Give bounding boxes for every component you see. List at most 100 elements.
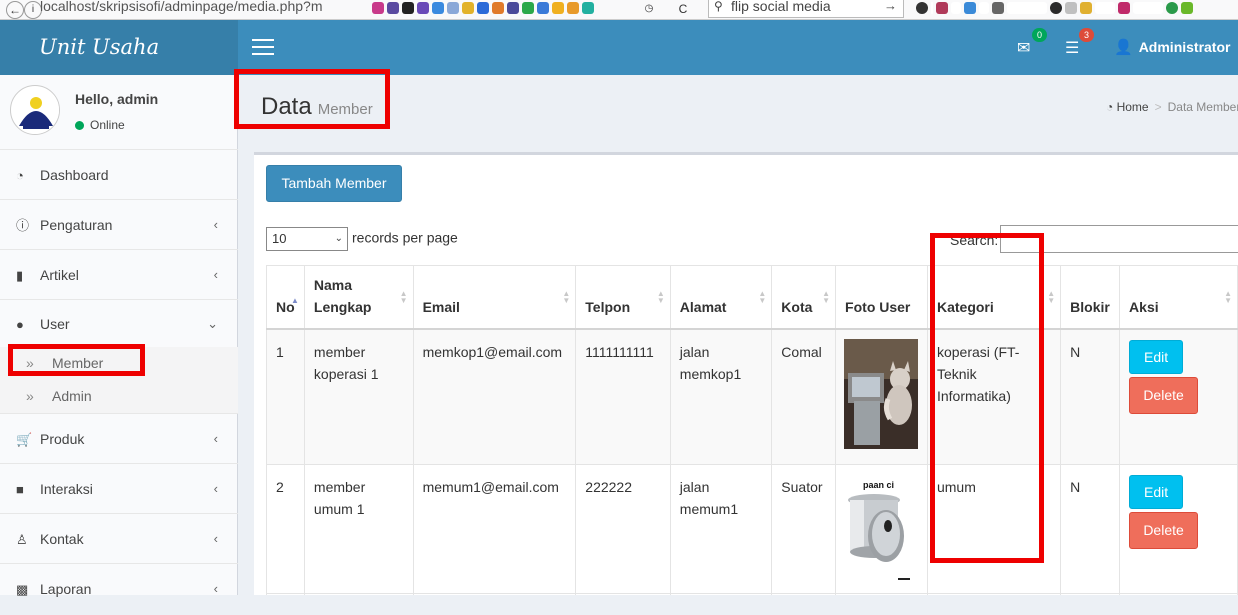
browser-search-box[interactable]: ⚲ flip social media → — [708, 0, 904, 18]
column-header-label: Alamat — [679, 298, 727, 315]
sidebar-toggle-icon[interactable] — [252, 39, 274, 56]
whatsapp-icon[interactable] — [1050, 2, 1062, 14]
column-header-email[interactable]: Email ▲ ▼ — [412, 265, 577, 330]
sort-icon: ▲ ▼ — [1224, 288, 1232, 305]
column-header-no[interactable]: No ▲ — [266, 265, 305, 330]
extension-icon[interactable] — [402, 2, 414, 14]
delete-button[interactable]: Delete — [1129, 376, 1199, 414]
extension-icon[interactable] — [432, 2, 444, 14]
chevron-down-icon: ⌄ — [207, 316, 218, 331]
sort-icon: ▲ ▼ — [656, 288, 665, 305]
user-icon: 👤 — [1114, 39, 1133, 56]
extension-icon[interactable] — [537, 2, 549, 14]
column-header-label: Email — [422, 298, 460, 315]
sidebar-item-produk[interactable]: 🛒 Produk ‹ — [0, 413, 238, 463]
add-member-button[interactable]: Tambah Member — [266, 165, 402, 202]
column-header-alamat[interactable]: Alamat ▲ ▼ — [669, 265, 773, 330]
extension-icon[interactable] — [492, 2, 504, 14]
back-arrow-icon[interactable]: ← — [6, 1, 24, 19]
user-menu[interactable]: 👤 Administrator — [1114, 38, 1230, 56]
double-angle-icon: » — [26, 388, 34, 404]
magnifier-icon: ⚲ — [714, 0, 723, 13]
sidebar-item-admin[interactable]: » Admin — [0, 380, 238, 413]
info-icon: ⓘ — [16, 218, 30, 233]
dashboard-icon: ◔ — [1106, 100, 1114, 114]
extension-icon[interactable] — [507, 2, 519, 14]
sidebar-item-pengaturan[interactable]: ⓘ Pengaturan ‹ — [0, 199, 238, 249]
person-icon: ♙ — [16, 532, 28, 547]
extension-icon[interactable] — [582, 2, 594, 14]
chevron-left-icon: ‹ — [213, 531, 218, 546]
column-header-kota[interactable]: Kota ▲ ▼ — [771, 265, 837, 330]
extension-icon[interactable] — [417, 2, 429, 14]
extension-icon[interactable] — [387, 2, 399, 14]
extension-icon[interactable] — [567, 2, 579, 14]
extension-icon[interactable] — [447, 2, 459, 14]
reload-icon[interactable]: C — [674, 1, 692, 19]
online-dot-icon — [75, 121, 84, 130]
extension-icon[interactable] — [992, 2, 1004, 14]
extension-icon[interactable] — [552, 2, 564, 14]
edit-button[interactable]: Edit — [1129, 474, 1184, 509]
page-length-select[interactable]: 10 ⌄ — [266, 227, 348, 251]
column-header-label: Aksi — [1129, 298, 1159, 315]
extension-icon[interactable] — [462, 2, 474, 14]
brand-logo[interactable]: Unit Usaha Kopma — [0, 20, 238, 114]
browser-search-text: flip social media — [731, 0, 831, 14]
bar-chart-icon: ▩ — [16, 582, 29, 597]
comments-icon: ■ — [16, 482, 24, 497]
chevron-down-icon: ⌄ — [334, 233, 343, 244]
toolbar-icons — [916, 2, 1238, 16]
envelope-icon[interactable]: ✉ — [1017, 38, 1030, 58]
sidebar-item-laporan[interactable]: ▩ Laporan ‹ — [0, 563, 238, 613]
column-header-aksi[interactable]: Aksi ▲ ▼ — [1119, 265, 1238, 330]
sidebar-menu: ◔ Dashboard ⓘ Pengaturan ‹ ▮ Artikel ‹ ● Use… — [0, 149, 238, 613]
extension-icon[interactable] — [372, 2, 384, 14]
column-header-blokir[interactable]: Blokir — [1060, 265, 1121, 330]
column-header-nama[interactable]: Nama Lengkap ▲ ▼ — [303, 265, 414, 330]
extension-icon[interactable] — [1166, 2, 1178, 14]
sidebar-item-label: Pengaturan — [40, 217, 113, 233]
messages-badge: 0 — [1032, 28, 1047, 42]
extension-icon[interactable] — [964, 2, 976, 14]
edit-button[interactable]: Edit — [1129, 339, 1184, 374]
column-header-label: Foto User — [845, 298, 911, 315]
breadcrumb-home[interactable]: Home — [1117, 100, 1149, 114]
sidebar-item-label: Kontak — [40, 531, 84, 547]
sidebar-item-dashboard[interactable]: ◔ Dashboard — [0, 149, 238, 199]
sidebar-item-label: Produk — [40, 431, 85, 447]
cell-foto: paan ci — [835, 463, 928, 594]
table-header-row: No ▲ Nama Lengkap ▲ ▼ Email ▲ ▼ Telpon ▲ ▼ Alam… — [266, 265, 1238, 330]
delete-button[interactable]: Delete — [1129, 511, 1199, 549]
sort-asc-icon: ▲ — [290, 295, 299, 305]
extension-icon[interactable] — [1080, 2, 1092, 14]
column-header-foto[interactable]: Foto User — [835, 265, 928, 330]
tasks-icon[interactable]: ☰ — [1065, 38, 1079, 58]
column-header-telpon[interactable]: Telpon ▲ ▼ — [575, 265, 671, 330]
user-photo — [844, 338, 919, 449]
sidebar: Hello, admin Online ◔ Dashboard ⓘ Pengatur… — [0, 75, 238, 597]
extension-icon[interactable] — [1065, 2, 1077, 14]
cell-no: 2 — [266, 463, 305, 594]
extension-icon[interactable] — [522, 2, 534, 14]
extension-icon[interactable] — [477, 2, 489, 14]
cell-kota: Comal — [771, 328, 837, 465]
history-icon[interactable]: ◷ — [640, 1, 658, 19]
column-header-label: Kota — [781, 298, 813, 315]
extension-icon[interactable] — [936, 2, 948, 14]
extension-icon[interactable] — [1118, 2, 1130, 14]
go-arrow-icon[interactable]: → — [884, 0, 897, 17]
sidebar-item-interaksi[interactable]: ■ Interaksi ‹ — [0, 463, 238, 513]
address-bar[interactable]: localhost/skripsisofi/adminpage/media.ph… — [40, 0, 360, 18]
tasks-badge: 3 — [1079, 28, 1094, 42]
chevron-left-icon: ‹ — [213, 217, 218, 232]
sidebar-item-artikel[interactable]: ▮ Artikel ‹ — [0, 249, 238, 299]
pocket-icon[interactable] — [916, 2, 928, 14]
cell-aksi: Edit Delete — [1119, 328, 1238, 465]
book-icon: ▮ — [16, 268, 24, 283]
puzzle-icon[interactable] — [1181, 2, 1193, 14]
chevron-left-icon: ‹ — [213, 267, 218, 282]
sidebar-item-user[interactable]: ● User ⌄ — [0, 299, 238, 347]
sidebar-item-label: User — [40, 316, 70, 332]
sidebar-item-kontak[interactable]: ♙ Kontak ‹ — [0, 513, 238, 563]
